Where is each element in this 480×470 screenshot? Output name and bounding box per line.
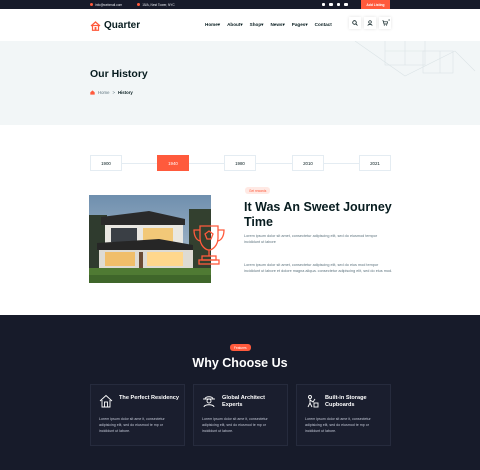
timeline-year-2010[interactable]: 2010 (292, 155, 324, 171)
timeline-year-2021[interactable]: 2021 (359, 155, 391, 171)
blueprint-decoration (354, 41, 476, 77)
cart-button[interactable]: 0 (379, 17, 391, 29)
timeline-year-1940[interactable]: 1940 (157, 155, 189, 171)
house-icon (99, 394, 113, 408)
email-info[interactable]: info@webmail.com (90, 3, 122, 7)
dribbble-icon[interactable] (344, 2, 348, 6)
chevron-down-icon: ▾ (217, 22, 221, 27)
rewards-badge: Get rewards (245, 187, 271, 194)
chevron-down-icon: ▾ (261, 22, 264, 27)
timeline-year-1980[interactable]: 1980 (224, 155, 256, 171)
email-text: info@webmail.com (95, 2, 123, 7)
page-title: Our History (90, 68, 148, 80)
facebook-icon[interactable] (322, 2, 326, 6)
header-actions: 0 (349, 17, 391, 29)
main-nav: Home▾ About▾ Shop▾ News▾ Pages▾ Contact (205, 22, 332, 28)
nav-item-about[interactable]: About▾ (227, 22, 243, 28)
breadcrumb: Home > History (90, 90, 133, 95)
history-paragraph-1: Lorem ipsum dolor sit amet, consectetur … (244, 234, 378, 244)
why-choose-title: Why Choose Us (192, 356, 288, 370)
nav-item-shop[interactable]: Shop▾ (250, 22, 264, 28)
feature-card[interactable]: The Perfect Residency Lorem ipsum dolor … (90, 384, 185, 446)
nav-item-pages[interactable]: Pages▾ (292, 22, 308, 28)
feature-card-title: Global Architect Experts (222, 395, 265, 408)
address-info: 15/A, Nest Tower, NYC (137, 3, 175, 7)
feature-card-text: Lorem ipsum dolor sit ame it, consectetu… (305, 417, 371, 433)
breadcrumb-current: History (117, 90, 133, 95)
search-icon (352, 20, 358, 26)
twitter-icon[interactable] (329, 2, 333, 6)
history-paragraph-2: Lorem ipsum dolor sit amet, consectetur … (244, 263, 393, 273)
nav-item-news[interactable]: News▾ (270, 22, 284, 28)
logo-house-icon (90, 20, 101, 31)
timeline-year-1900[interactable]: 1900 (90, 155, 122, 171)
breadcrumb-separator: > (112, 90, 115, 95)
logo-text: Quarter (104, 20, 141, 31)
feature-card-title: The Perfect Residency (119, 395, 180, 401)
social-links (322, 2, 348, 6)
feature-card[interactable]: Global Architect Experts Lorem ipsum dol… (193, 384, 288, 446)
account-button[interactable] (364, 17, 376, 29)
features-badge: Features (230, 344, 251, 351)
main-header: Quarter Home▾ About▾ Shop▾ News▾ Pages▾ … (0, 9, 480, 41)
breadcrumb-home-link[interactable]: Home (98, 90, 109, 95)
storage-icon (307, 395, 319, 408)
feature-card-title: Built-in Storage Cupboards (325, 395, 367, 408)
address-text: 15/A, Nest Tower, NYC (142, 2, 175, 7)
chevron-down-icon: ▾ (240, 22, 243, 27)
chevron-down-icon: ▾ (305, 22, 308, 27)
feature-card[interactable]: Built-in Storage Cupboards Lorem ipsum d… (296, 384, 391, 446)
page-banner: Our History Home > History (0, 41, 480, 125)
search-button[interactable] (349, 17, 361, 29)
nav-item-home[interactable]: Home▾ (205, 22, 220, 28)
instagram-icon[interactable] (336, 2, 341, 6)
home-icon (90, 90, 95, 95)
user-icon (367, 20, 373, 26)
mail-icon (90, 3, 94, 7)
architect-icon (203, 396, 215, 408)
trophy-icon (193, 225, 225, 265)
cart-count: 0 (388, 18, 390, 22)
chevron-down-icon: ▾ (282, 22, 285, 27)
feature-card-text: Lorem ipsum dolor sit ame it, consectetu… (202, 417, 268, 433)
nav-item-contact[interactable]: Contact (315, 22, 332, 28)
feature-card-text: Lorem ipsum dolor sit ame it, consectetu… (99, 417, 165, 433)
add-listing-button[interactable]: Add Listing (361, 0, 390, 9)
history-title: It Was An Sweet Journey Time (244, 200, 392, 229)
location-icon (137, 3, 141, 7)
logo[interactable]: Quarter (90, 20, 140, 31)
top-bar: info@webmail.com 15/A, Nest Tower, NYC A… (0, 0, 480, 9)
cart-icon (382, 20, 388, 26)
